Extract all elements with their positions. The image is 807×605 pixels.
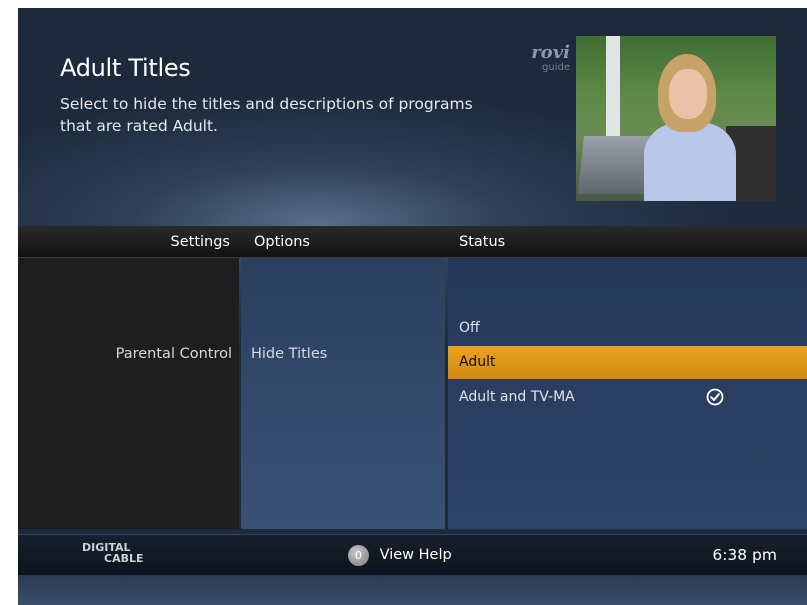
column-header-settings: Settings — [170, 234, 230, 250]
status-option-label: Adult — [459, 354, 496, 370]
settings-column: Parental Control — [18, 258, 239, 529]
status-option-adult-and-tv-ma[interactable]: Adult and TV-MA — [448, 382, 807, 412]
header: Adult Titles Select to hide the titles a… — [18, 8, 807, 226]
digital-cable-logo: DIGITAL CABLE — [82, 542, 144, 564]
view-help-hint[interactable]: 0 View Help — [348, 544, 452, 566]
column-header-status: Status — [459, 234, 506, 250]
column-headers: Settings Options Status — [18, 226, 807, 258]
help-label: View Help — [379, 547, 452, 563]
footer-bar: DIGITAL CABLE 0 View Help 6:38 pm — [18, 534, 807, 575]
video-preview — [576, 36, 776, 201]
preview-person-face — [669, 69, 707, 119]
rovi-logo: rovi guide — [518, 42, 570, 74]
preview-pole — [606, 36, 620, 146]
options-column: Hide Titles — [241, 258, 445, 529]
status-option-label: Off — [459, 320, 480, 336]
remote-button-icon: 0 — [348, 544, 369, 566]
status-column: Off Adult Adult and TV-MA — [448, 258, 807, 529]
page-title: Adult Titles — [60, 54, 191, 82]
brand-sub: guide — [542, 62, 570, 73]
tv-guide-screen: Adult Titles Select to hide the titles a… — [18, 8, 807, 605]
status-option-adult[interactable]: Adult — [448, 346, 807, 379]
status-option-label: Adult and TV-MA — [459, 389, 575, 405]
option-item-hide-titles[interactable]: Hide Titles — [251, 346, 327, 362]
setting-item-parental-control[interactable]: Parental Control — [116, 346, 232, 362]
logo-line-2: CABLE — [104, 552, 144, 565]
bottom-band — [18, 575, 807, 605]
status-option-off[interactable]: Off — [448, 313, 807, 343]
column-header-options: Options — [254, 234, 310, 250]
page-description: Select to hide the titles and descriptio… — [60, 95, 473, 135]
preview-person-shirt — [644, 122, 736, 201]
check-circle-icon — [706, 388, 724, 406]
brand-name: rovi — [531, 42, 570, 63]
clock: 6:38 pm — [712, 546, 777, 564]
